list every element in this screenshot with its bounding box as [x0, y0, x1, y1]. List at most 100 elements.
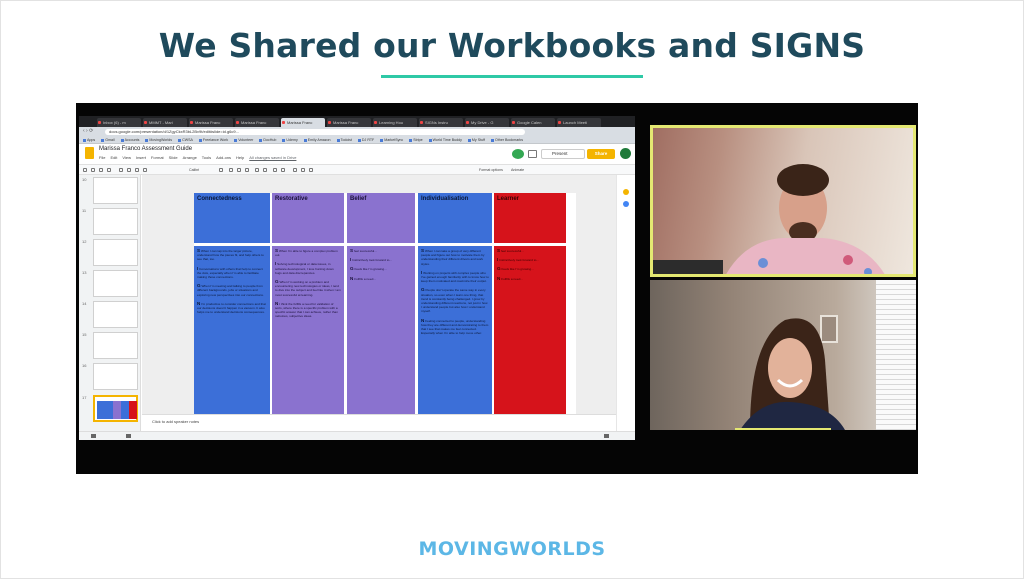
bookmark-item[interactable]: Accounts [120, 136, 139, 143]
column-header[interactable]: Restorative [272, 193, 344, 243]
column-body[interactable]: S When I can tap into the larger picture… [194, 246, 270, 414]
menu-item-file[interactable]: File [99, 155, 105, 160]
browser-tab[interactable]: Marissa Franc [189, 118, 233, 127]
signs-entry: I Instinctively look forward to... [497, 257, 563, 262]
browser-tab[interactable]: Marissa Franc [281, 118, 325, 127]
bookmark-item[interactable]: Stripe [409, 136, 423, 143]
column-header[interactable]: Learner [494, 193, 566, 243]
keep-icon[interactable] [623, 189, 629, 195]
comment-add-icon[interactable] [281, 168, 285, 172]
google-slides-logo-icon[interactable] [85, 147, 94, 159]
redo-icon[interactable] [99, 168, 103, 172]
document-title[interactable]: Marissa Franco Assessment Guide [99, 146, 192, 152]
bookmark-item[interactable]: Udemy [282, 136, 298, 143]
url-input[interactable]: docs.google.com/presentation/d/1ZgyCkxR3… [105, 128, 525, 135]
column-header[interactable]: Belief [347, 193, 415, 243]
bookmark-item[interactable]: Gmail [101, 136, 115, 143]
thumbnail-column [113, 401, 121, 419]
slide-thumbnail[interactable] [93, 208, 138, 235]
column-body[interactable]: S When I can take a group of very differ… [418, 246, 492, 414]
comment-icon[interactable] [528, 150, 537, 158]
slide-thumbnail[interactable] [93, 239, 138, 266]
italic-icon[interactable] [237, 168, 241, 172]
bookmark-item[interactable]: CWSA [178, 136, 193, 143]
bookmark-item[interactable]: Emily Amazon [303, 136, 331, 143]
present-button[interactable]: Present [541, 149, 585, 159]
bold-icon[interactable] [229, 168, 233, 172]
new-slide-icon[interactable] [83, 168, 87, 172]
menu-item-insert[interactable]: Insert [136, 155, 146, 160]
bookmark-item[interactable]: DJ RTF [357, 136, 374, 143]
print-icon[interactable] [107, 168, 111, 172]
bookmark-item[interactable]: Todoist [336, 136, 352, 143]
undo-icon[interactable] [91, 168, 95, 172]
meet-icon[interactable] [512, 149, 524, 159]
bookmark-item[interactable]: My Stuff [467, 136, 485, 143]
speaker-notes[interactable]: Click to add speaker notes [142, 414, 616, 431]
list-icon[interactable] [309, 168, 313, 172]
save-status[interactable]: All changes saved in Drive [249, 155, 296, 160]
align-icon[interactable] [293, 168, 297, 172]
bookmark-item[interactable]: MovingWorlds [145, 136, 172, 143]
filmstrip-view-icon[interactable] [126, 434, 131, 438]
font-family-select[interactable]: Calibri [189, 165, 199, 175]
link-icon[interactable] [273, 168, 277, 172]
bookmark-item[interactable]: World Time Buddy [428, 136, 462, 143]
slide-thumbnail[interactable] [93, 363, 138, 390]
bookmark-item[interactable]: Apps [83, 136, 95, 143]
shirt-pattern [843, 255, 853, 265]
text-box-icon[interactable] [127, 168, 131, 172]
highlight-icon[interactable] [263, 168, 267, 172]
bookmark-item[interactable]: MarketSync [380, 136, 403, 143]
grid-view-icon[interactable] [91, 434, 96, 438]
slide-thumbnail[interactable] [93, 301, 138, 328]
bookmark-item[interactable]: Other Bookmarks [491, 136, 523, 143]
browser-tab[interactable]: Learning Hou [373, 118, 417, 127]
browser-tab[interactable]: Marissa Franc [235, 118, 279, 127]
participant-video-tile-active[interactable] [650, 280, 916, 430]
underline-icon[interactable] [245, 168, 249, 172]
column-body[interactable]: S feel successful... I Instinctively look… [494, 246, 566, 414]
menu-item-slide[interactable]: Slide [169, 155, 178, 160]
image-icon[interactable] [135, 168, 139, 172]
browser-tab[interactable]: MMMT - Mari [143, 118, 187, 127]
share-button[interactable]: Share [587, 149, 615, 159]
font-size-icon[interactable] [219, 168, 223, 172]
tasks-icon[interactable] [623, 201, 629, 207]
column-header[interactable]: Individualisation [418, 193, 492, 243]
line-spacing-icon[interactable] [301, 168, 305, 172]
animate-button[interactable]: Animate [511, 165, 524, 175]
slide-thumbnail-selected[interactable] [93, 395, 138, 422]
menu-item-format[interactable]: Format [151, 155, 164, 160]
slide-thumbnail[interactable] [93, 332, 138, 359]
participant-video-tile[interactable] [650, 125, 916, 277]
format-options-button[interactable]: Format options [479, 165, 503, 175]
explore-icon[interactable] [604, 434, 609, 438]
column-header[interactable]: Connectedness [194, 193, 270, 243]
browser-tab[interactable]: Launch Meeti [557, 118, 601, 127]
browser-tab[interactable]: My Drive - G [465, 118, 509, 127]
signs-slide[interactable]: Connectedness S When I can tap into the l… [194, 193, 576, 414]
menu-item-help[interactable]: Help [236, 155, 244, 160]
select-icon[interactable] [119, 168, 123, 172]
slide-thumbnail[interactable] [93, 177, 138, 204]
column-body[interactable]: S feel successful... I Instinctively look… [347, 246, 415, 414]
menu-item-view[interactable]: View [122, 155, 131, 160]
text-color-icon[interactable] [255, 168, 259, 172]
browser-tab[interactable]: Google Calen [511, 118, 555, 127]
browser-tab[interactable]: Marissa Franc [327, 118, 371, 127]
browser-tab[interactable]: SIGNs Instru [419, 118, 463, 127]
bookmark-item[interactable]: Freelance Work [198, 136, 228, 143]
bookmark-item[interactable]: Volunteer [234, 136, 253, 143]
nav-arrows-icon[interactable]: ‹ › ⟳ [83, 128, 93, 134]
menu-item-addons[interactable]: Add-ons [216, 155, 231, 160]
avatar[interactable] [620, 148, 631, 159]
shape-icon[interactable] [143, 168, 147, 172]
menu-item-arrange[interactable]: Arrange [183, 155, 197, 160]
menu-item-edit[interactable]: Edit [110, 155, 117, 160]
bookmark-item[interactable]: DocHub [259, 136, 276, 143]
browser-tab[interactable]: Inbox (6) - m [97, 118, 141, 127]
column-body[interactable]: S When I'm able to figure a complex prob… [272, 246, 344, 414]
menu-item-tools[interactable]: Tools [202, 155, 211, 160]
slide-thumbnail[interactable] [93, 270, 138, 297]
